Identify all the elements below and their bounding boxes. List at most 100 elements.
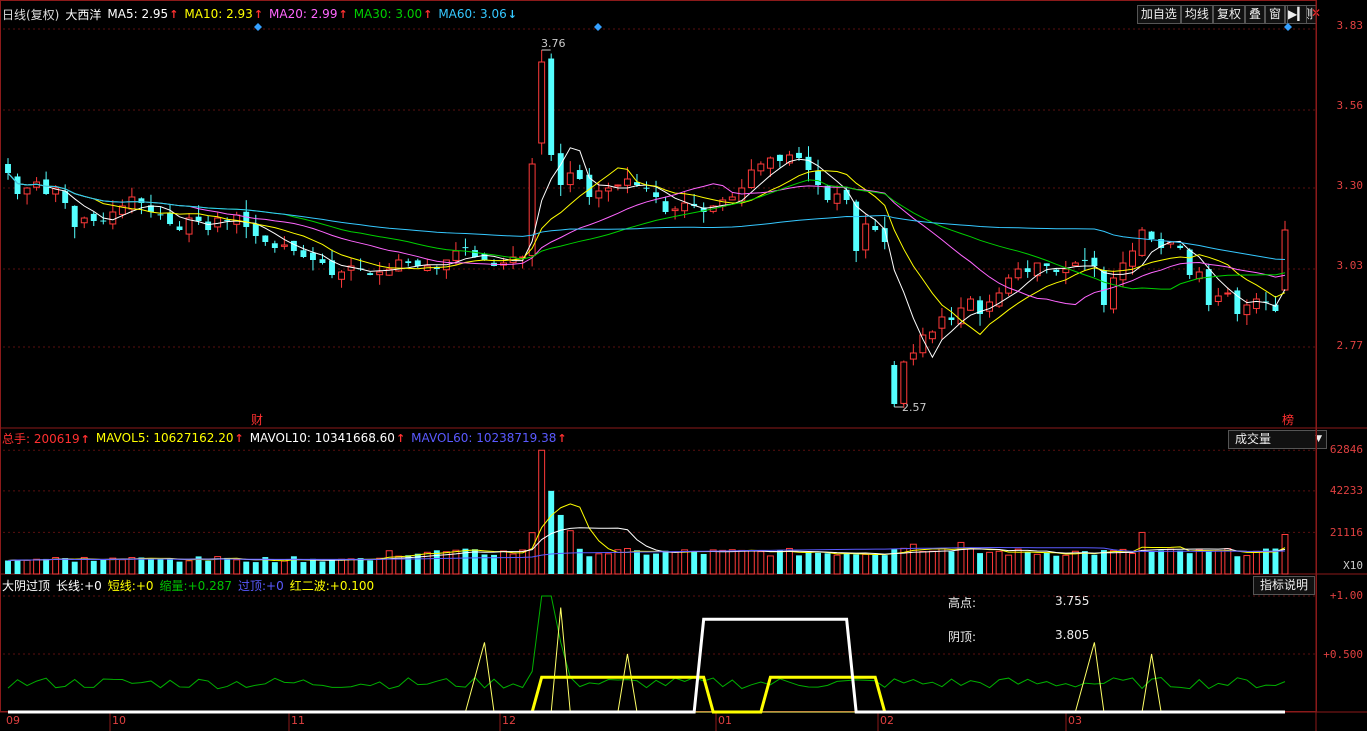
volume-bar bbox=[805, 552, 812, 574]
volume-bar bbox=[662, 550, 669, 574]
volume-bar bbox=[700, 553, 707, 574]
candle-body bbox=[548, 58, 555, 155]
volume-bar bbox=[766, 555, 774, 575]
volume-bar bbox=[472, 549, 478, 574]
volume-bar bbox=[1119, 548, 1127, 575]
volume-bar bbox=[1129, 552, 1136, 575]
volume-bar bbox=[109, 557, 117, 575]
candle-body bbox=[747, 169, 755, 189]
candle-body bbox=[614, 184, 622, 187]
candle-body bbox=[1024, 268, 1031, 272]
candle-body bbox=[157, 214, 164, 216]
candle-body bbox=[310, 252, 316, 260]
volume-bar bbox=[586, 556, 593, 574]
candle-body bbox=[452, 250, 460, 261]
indicator-shrink-line bbox=[7, 595, 1286, 690]
candle-body bbox=[1053, 269, 1060, 272]
volume-bar bbox=[243, 561, 250, 574]
volume-bar bbox=[509, 553, 517, 575]
candle-body bbox=[300, 250, 307, 257]
candle-body bbox=[653, 192, 659, 197]
candle-body bbox=[176, 226, 183, 230]
indicator-short-line bbox=[8, 607, 1285, 713]
candle-body bbox=[595, 190, 603, 199]
volume-bar bbox=[329, 559, 335, 574]
volume-bar bbox=[1243, 555, 1251, 575]
candle-body bbox=[872, 226, 879, 230]
volume-bar bbox=[205, 560, 212, 574]
candle-body bbox=[5, 164, 11, 173]
candle-body bbox=[1081, 259, 1088, 261]
volume-bar bbox=[100, 559, 107, 574]
candle-body bbox=[623, 178, 631, 186]
volume-bar bbox=[185, 560, 193, 575]
candle-body bbox=[833, 193, 841, 204]
candle-body bbox=[338, 271, 345, 280]
candle-body bbox=[1214, 295, 1222, 302]
candle-body bbox=[243, 211, 250, 227]
candle-body bbox=[891, 365, 898, 404]
volume-bar bbox=[357, 558, 364, 574]
candle-body bbox=[967, 298, 974, 311]
candle-body bbox=[1014, 268, 1022, 279]
volume-bar bbox=[967, 548, 974, 575]
candle-body bbox=[271, 243, 278, 248]
volume-bar bbox=[252, 562, 259, 574]
volume-bar bbox=[728, 549, 736, 575]
candle-body bbox=[604, 187, 612, 192]
volume-bar bbox=[1062, 554, 1070, 575]
volume-bar bbox=[671, 551, 679, 575]
candle-body bbox=[262, 235, 269, 242]
volume-bar bbox=[1252, 550, 1260, 575]
candle-body bbox=[948, 317, 955, 320]
volume-bar bbox=[1195, 548, 1203, 575]
volume-bar bbox=[881, 555, 888, 574]
volume-bar bbox=[1205, 550, 1212, 574]
volume-bar bbox=[376, 557, 384, 575]
volume-bar bbox=[23, 559, 31, 575]
candle-body bbox=[1005, 277, 1013, 294]
candle-body bbox=[214, 217, 222, 228]
candle-body bbox=[928, 331, 936, 340]
candle-body bbox=[1205, 269, 1212, 305]
volume-bar bbox=[118, 559, 126, 575]
volume-bar bbox=[995, 550, 1003, 575]
volume-bar bbox=[157, 558, 164, 574]
volume-bar bbox=[919, 551, 927, 575]
candle-body bbox=[557, 153, 564, 185]
volume-bar bbox=[1005, 554, 1013, 575]
candle-body bbox=[538, 61, 546, 144]
candle-body bbox=[1138, 229, 1146, 256]
volume-bar bbox=[1071, 550, 1079, 575]
candle-body bbox=[728, 196, 736, 201]
volume-bar bbox=[62, 558, 69, 574]
volume-bar bbox=[233, 559, 241, 575]
info-diamond-icon bbox=[594, 23, 602, 31]
candle-body bbox=[1224, 292, 1232, 295]
volume-bar bbox=[71, 561, 78, 574]
chart-frame bbox=[0, 0, 1317, 712]
candlestick-chart[interactable] bbox=[0, 0, 1367, 731]
volume-bar bbox=[957, 541, 965, 575]
volume-bar bbox=[347, 558, 355, 575]
candle-body bbox=[681, 202, 689, 212]
volume-bar bbox=[367, 560, 374, 574]
volume-bar bbox=[1053, 555, 1060, 574]
volume-bar bbox=[833, 554, 841, 575]
candle-body bbox=[100, 220, 107, 222]
candle-body bbox=[757, 163, 765, 172]
volume-bar bbox=[5, 560, 11, 574]
volume-bar bbox=[224, 557, 231, 574]
volume-bar bbox=[52, 557, 60, 575]
volume-bar bbox=[1186, 553, 1193, 574]
candle-body bbox=[643, 187, 650, 189]
candle-body bbox=[290, 240, 297, 251]
candle-body bbox=[1110, 277, 1117, 310]
candle-body bbox=[862, 223, 870, 251]
volume-bar bbox=[1110, 550, 1117, 575]
candle-body bbox=[796, 152, 802, 158]
volume-bar bbox=[1043, 552, 1050, 574]
volume-bar bbox=[1234, 556, 1241, 574]
candle-body bbox=[1100, 270, 1107, 305]
volume-bar bbox=[785, 547, 793, 575]
